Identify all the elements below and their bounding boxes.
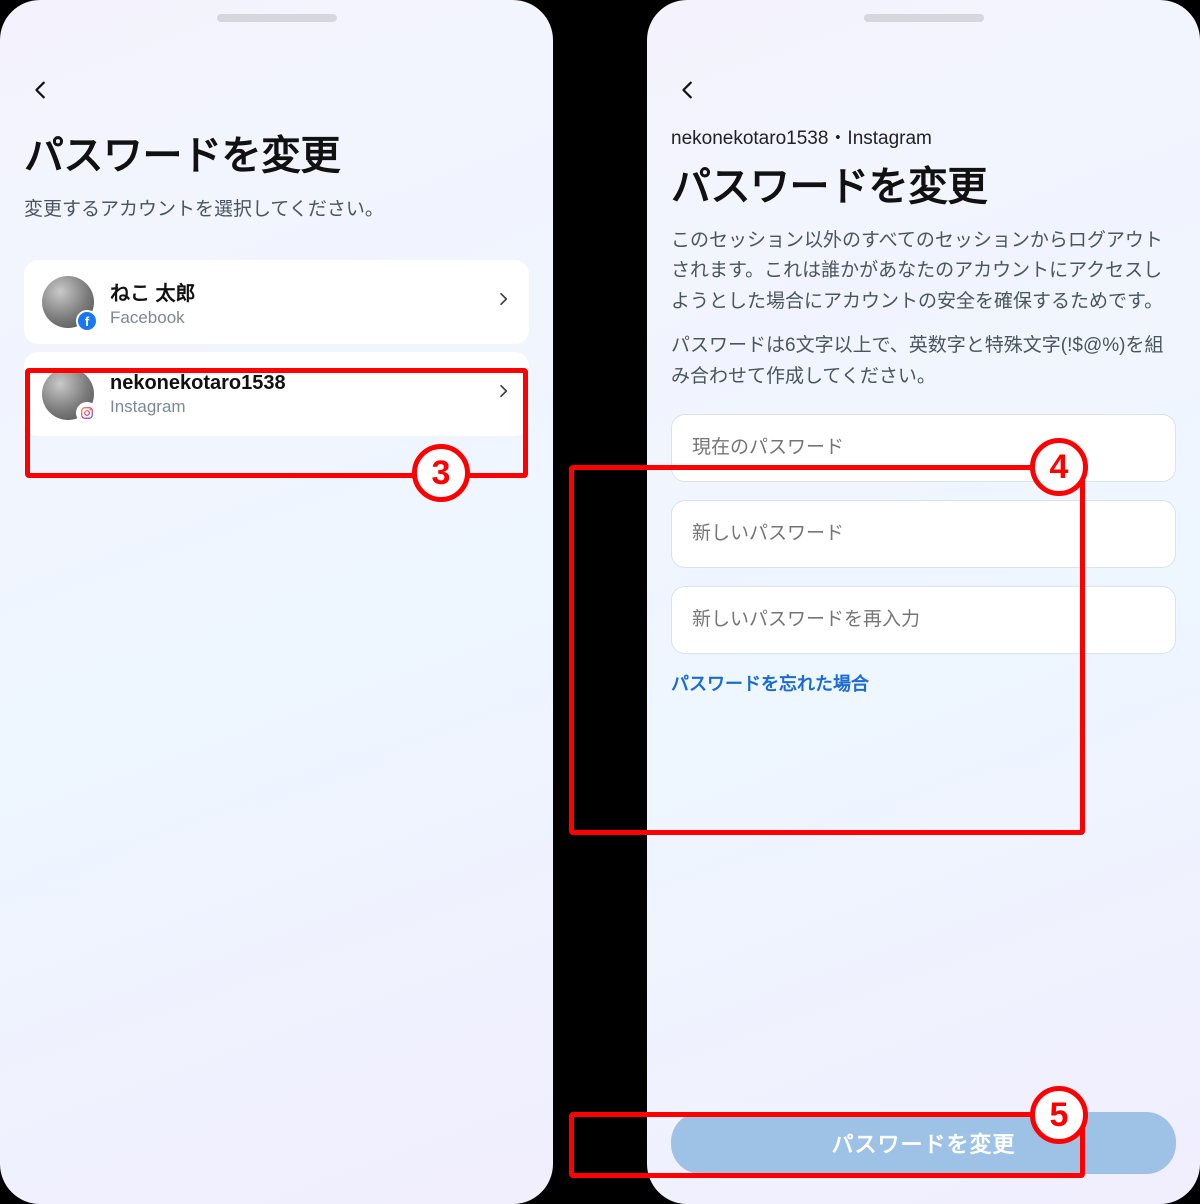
back-button[interactable]	[30, 68, 529, 111]
page-subtitle: 変更するアカウントを選択してください。	[24, 195, 529, 224]
back-button[interactable]	[677, 68, 1176, 111]
facebook-icon: f	[76, 310, 98, 332]
account-service: Instagram	[110, 397, 479, 417]
logout-warning-text: このセッション以外のすべてのセッションからログアウトされます。これは誰かがあなた…	[671, 226, 1176, 317]
account-name: ねこ 太郎	[110, 277, 479, 306]
chevron-right-icon	[495, 379, 511, 410]
page-title: パスワードを変更	[671, 154, 1176, 212]
screen-change-password: nekonekotaro1538・Instagram パスワードを変更 このセッ…	[647, 0, 1200, 1204]
page-title: パスワードを変更	[24, 123, 529, 181]
instagram-icon	[76, 402, 98, 424]
account-item-instagram[interactable]: nekonekotaro1538 Instagram	[24, 352, 529, 436]
avatar	[42, 368, 94, 420]
chevron-right-icon	[495, 287, 511, 318]
avatar: f	[42, 276, 94, 328]
forgot-password-link[interactable]: パスワードを忘れた場合	[671, 670, 1176, 696]
annotation-marker-5: 5	[1030, 1086, 1088, 1144]
screen-select-account: パスワードを変更 変更するアカウントを選択してください。 f ねこ 太郎 Fac…	[0, 0, 553, 1204]
account-name: nekonekotaro1538	[110, 372, 479, 395]
account-service: Facebook	[110, 308, 479, 328]
current-password-field[interactable]	[671, 414, 1176, 482]
account-list: f ねこ 太郎 Facebook nekonekot	[24, 260, 529, 436]
confirm-password-field[interactable]	[671, 586, 1176, 654]
new-password-field[interactable]	[671, 500, 1176, 568]
password-rules-text: パスワードは6文字以上で、英数字と特殊文字(!$@%)を組み合わせて作成してくだ…	[671, 331, 1176, 392]
account-item-facebook[interactable]: f ねこ 太郎 Facebook	[24, 260, 529, 344]
account-context: nekonekotaro1538・Instagram	[671, 123, 1176, 150]
annotation-marker-4: 4	[1030, 438, 1088, 496]
annotation-marker-3: 3	[412, 444, 470, 502]
change-password-button[interactable]: パスワードを変更	[671, 1112, 1176, 1174]
